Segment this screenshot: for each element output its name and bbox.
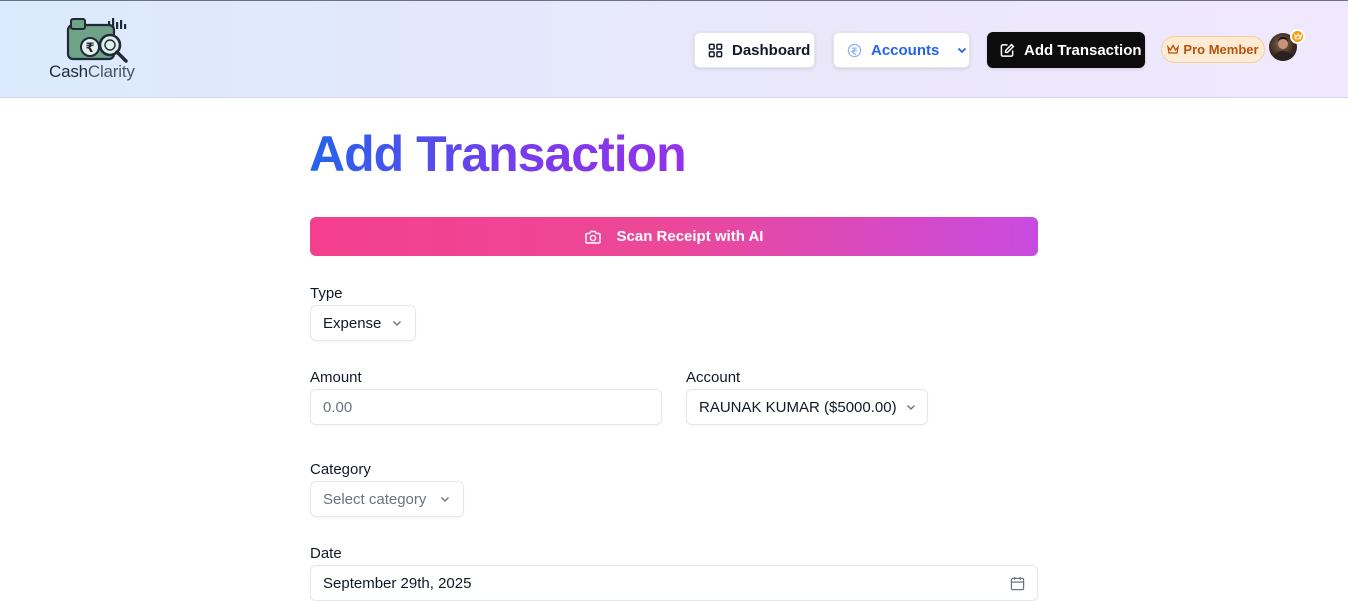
page-title: Add Transaction <box>309 126 687 182</box>
pro-member-label: Pro Member <box>1183 42 1259 57</box>
date-picker-button[interactable]: September 29th, 2025 <box>310 565 1038 601</box>
pro-crown-badge <box>1290 29 1305 44</box>
accounts-dropdown-button[interactable]: Accounts <box>833 32 970 68</box>
chevron-down-icon <box>906 405 915 410</box>
chevron-down-icon <box>958 47 967 54</box>
cashclarity-logo[interactable]: ₹ CashClarity <box>48 15 148 85</box>
grid-icon <box>708 43 723 57</box>
accounts-label: Accounts <box>871 41 940 59</box>
amount-label: Amount <box>310 369 362 386</box>
logo-text-clarity: Clarity <box>87 62 135 81</box>
category-select-placeholder: Select category <box>323 490 427 508</box>
dashboard-label: Dashboard <box>732 41 811 59</box>
amount-input[interactable] <box>323 398 649 416</box>
edit-square-icon <box>1000 43 1015 57</box>
date-label: Date <box>310 545 342 562</box>
scan-receipt-button[interactable]: Scan Receipt with AI <box>310 217 1038 256</box>
dashboard-button[interactable]: Dashboard <box>694 32 815 68</box>
account-label: Account <box>686 369 741 386</box>
top-navbar: ₹ CashClarity Dashboard Accounts Add Tra… <box>0 0 1348 98</box>
crown-icon <box>1293 33 1302 40</box>
account-select-value: RAUNAK KUMAR ($5000.00) <box>699 398 897 416</box>
account-select[interactable]: RAUNAK KUMAR ($5000.00) <box>686 389 928 425</box>
svg-text:₹: ₹ <box>85 41 94 56</box>
chevron-down-icon <box>393 321 401 326</box>
logo-text: CashClarity <box>49 62 135 82</box>
pro-member-badge: Pro Member <box>1161 36 1265 63</box>
add-transaction-label: Add Transaction <box>1024 41 1142 59</box>
calendar-icon <box>1010 576 1025 590</box>
category-label: Category <box>310 461 371 478</box>
logo-text-cash: Cash <box>49 62 88 81</box>
amount-field[interactable] <box>310 389 662 425</box>
category-select[interactable]: Select category <box>310 481 464 517</box>
add-transaction-button[interactable]: Add Transaction <box>987 32 1145 68</box>
coin-icon <box>847 43 862 57</box>
camera-icon <box>584 230 601 244</box>
scan-receipt-label: Scan Receipt with AI <box>616 228 764 245</box>
type-select-value: Expense <box>323 314 382 332</box>
logo-icon: ₹ <box>66 18 128 63</box>
type-select[interactable]: Expense <box>310 305 416 341</box>
type-label: Type <box>310 285 343 302</box>
crown-icon <box>1167 44 1180 54</box>
chevron-down-icon <box>441 497 449 502</box>
date-value: September 29th, 2025 <box>323 574 472 592</box>
